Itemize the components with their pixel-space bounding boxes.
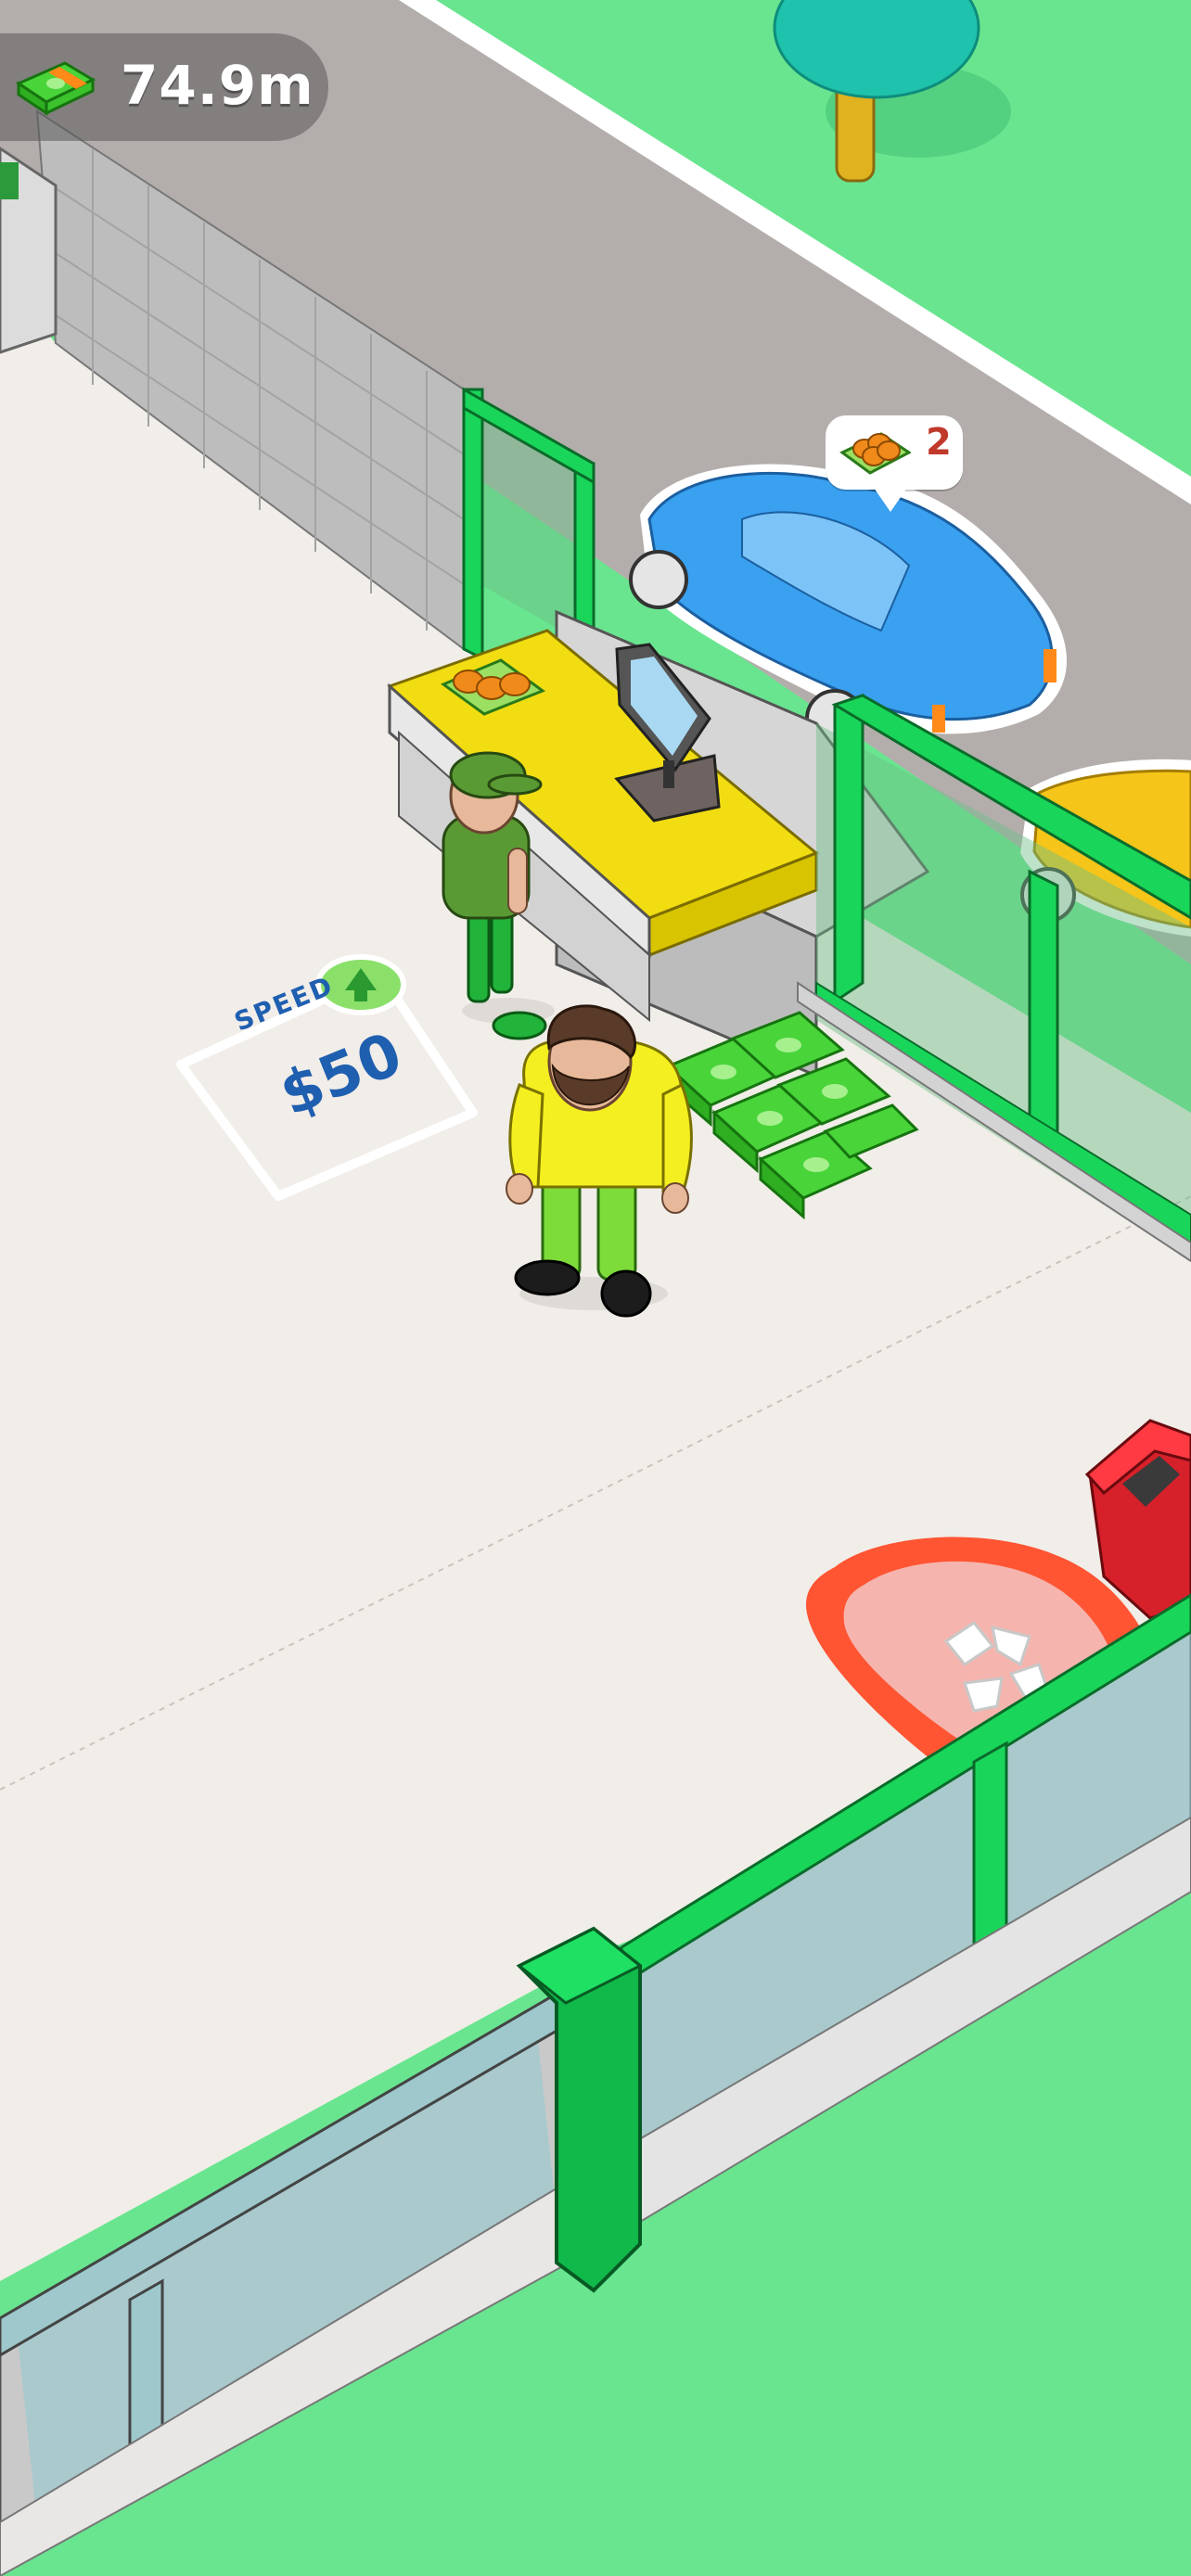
burger-tray-icon — [839, 432, 911, 475]
money-value: 74.9m — [121, 54, 314, 117]
order-count: 2 — [926, 421, 952, 464]
money-display: 74.9m — [0, 33, 328, 141]
cash-stack-icon — [15, 61, 96, 116]
left-shelf — [0, 147, 58, 354]
game-scene — [0, 0, 1191, 2576]
order-bubble: 2 — [826, 415, 963, 512]
